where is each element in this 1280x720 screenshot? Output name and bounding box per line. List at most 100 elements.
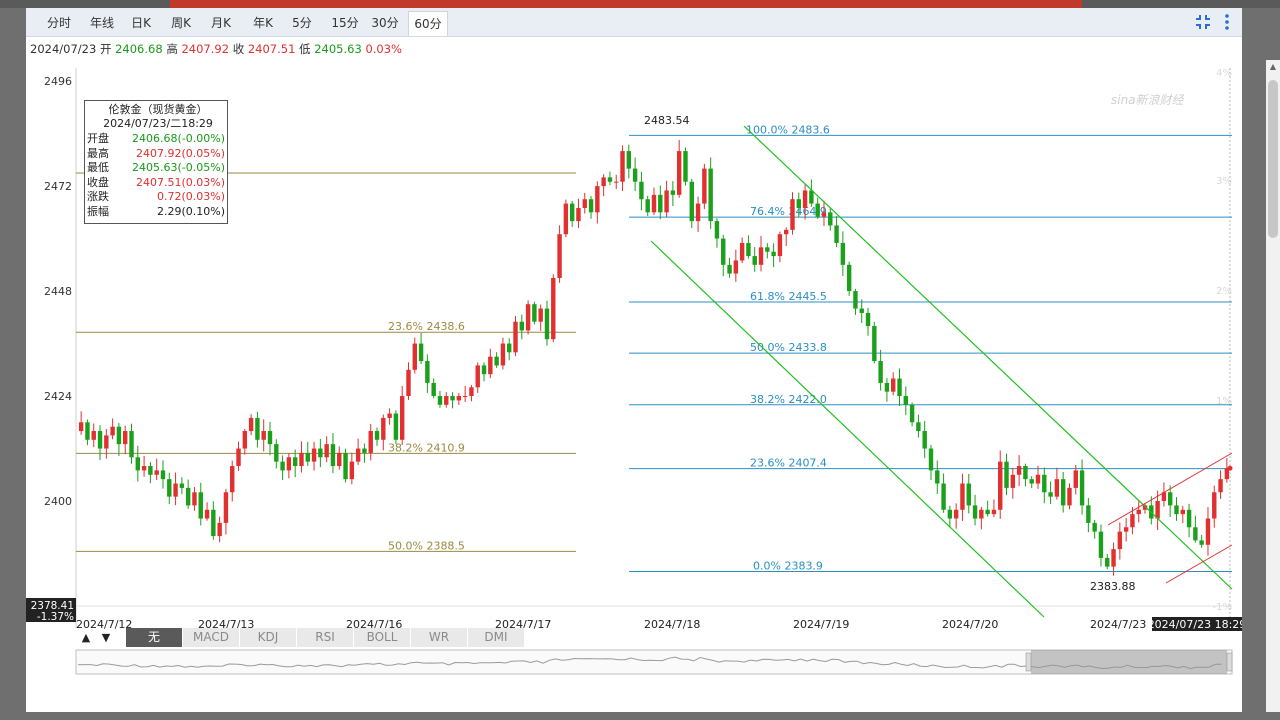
scroll-down-indicator-icon[interactable]: ▼ [96,628,116,647]
scroll-up-arrow-icon[interactable]: ▲ [1268,62,1278,72]
tooltip-row-value: 2407.51(0.03%) [135,175,225,189]
candle-body [853,291,858,309]
candle-body [998,461,1003,510]
candle-body [607,177,613,182]
candle-body [639,181,644,200]
candle-body [620,151,625,182]
candle-body [815,203,820,217]
x-tick-label: 2024/7/20 [942,618,998,631]
annotation-high: 2483.54 [644,114,690,127]
candle-body [525,304,531,331]
candle-body [897,378,902,397]
info-open-label: 开 [99,42,112,56]
indicator-1[interactable]: MACD [183,628,240,647]
candle-body [651,194,657,213]
candle-body [330,444,336,467]
candle-body [337,452,342,467]
scroll-up-indicator-icon[interactable]: ▲ [76,628,96,647]
candle-body [230,466,235,493]
candle-body [733,260,739,274]
page-banner-strip [170,0,1082,8]
candle-body [286,457,292,471]
candle-body [588,199,594,213]
candle-body [1174,505,1179,515]
candle-body [960,483,965,510]
fib-right-label: 61.8% 2445.5 [750,290,827,303]
page-bottom-strip [0,712,1280,720]
candle-body [714,221,720,239]
info-open: 2406.68 [115,42,163,56]
right-pct-label: 4% [1216,68,1232,79]
ohlc-info-line: 2024/07/23 开 2406.68 高 2407.92 收 2407.51… [30,41,402,57]
candle-body [809,190,814,204]
candle-body [160,470,166,480]
navigator-selection [1031,650,1227,674]
candle-body [563,203,569,235]
candle-body [727,264,732,274]
fib-left-label: 50.0% 2388.5 [388,539,465,552]
scrollbar-thumb[interactable] [1268,80,1278,238]
watermark-logo: sina新浪财经 [1111,93,1186,107]
candle-body [985,509,990,515]
candle-body [198,492,203,519]
indicator-3[interactable]: RSI [297,628,354,647]
indicator-4[interactable]: BOLL [354,628,411,647]
candle-body [1193,527,1198,541]
indicator-0[interactable]: 无 [126,628,183,647]
candle-body [1130,514,1135,528]
candle-body [1123,527,1129,532]
candle-body [368,431,373,453]
candle-body [947,509,953,519]
candle-body [676,151,682,195]
tooltip-row-label: 涨跌 [87,190,109,203]
candle-body [695,203,701,222]
candle-body [979,509,984,519]
candle-body [444,396,449,405]
fib-right-label: 38.2% 2422.0 [750,393,827,406]
candle-body [966,483,971,506]
tooltip-datetime: 2024/07/23/二18:29 [103,117,213,130]
candle-body [481,365,487,375]
candle-body [78,422,84,432]
indicator-6[interactable]: DMI [468,628,525,647]
y-tick-label: 2400 [44,495,72,508]
candle-body [462,396,468,398]
candle-body [437,396,443,405]
candle-body [318,448,323,458]
candle-body [865,312,871,327]
info-low-label: 低 [299,42,311,56]
candle-body [185,487,191,506]
candle-body [922,431,927,449]
candle-body [399,396,405,440]
candle-body [1212,492,1217,519]
candle-body [211,509,216,537]
indicator-5[interactable]: WR [411,628,468,647]
candle-body [261,431,266,440]
fib-left-label: 38.2% 2410.9 [388,441,465,454]
candle-body [280,461,285,471]
info-high-label: 高 [166,42,178,56]
candle-body [85,422,90,440]
candle-body [1042,474,1047,493]
candle-body [192,492,197,506]
navigator-handle-left [1025,652,1032,672]
candle-body [381,417,386,440]
tooltip-row: 最高 2407.92(0.05%) [87,147,225,161]
candle-body [846,264,852,292]
candle-body [450,396,455,401]
tooltip-row-value: 2407.92(0.05%) [135,146,225,160]
candle-body [1054,479,1060,497]
tooltip-row: 收盘 2407.51(0.03%) [87,176,225,190]
candle-body [941,483,946,510]
channel-lower-line [650,240,1045,618]
candle-body [1136,509,1141,515]
more-menu-icon[interactable] [1222,12,1232,32]
indicator-2[interactable]: KDJ [240,628,297,647]
candle-body [796,199,801,208]
candle-body [274,444,279,462]
fullscreen-icon[interactable] [1194,13,1212,31]
candle-body [708,168,713,222]
candle-body [412,343,417,370]
candle-body [1035,474,1041,484]
candle-body [746,242,751,257]
